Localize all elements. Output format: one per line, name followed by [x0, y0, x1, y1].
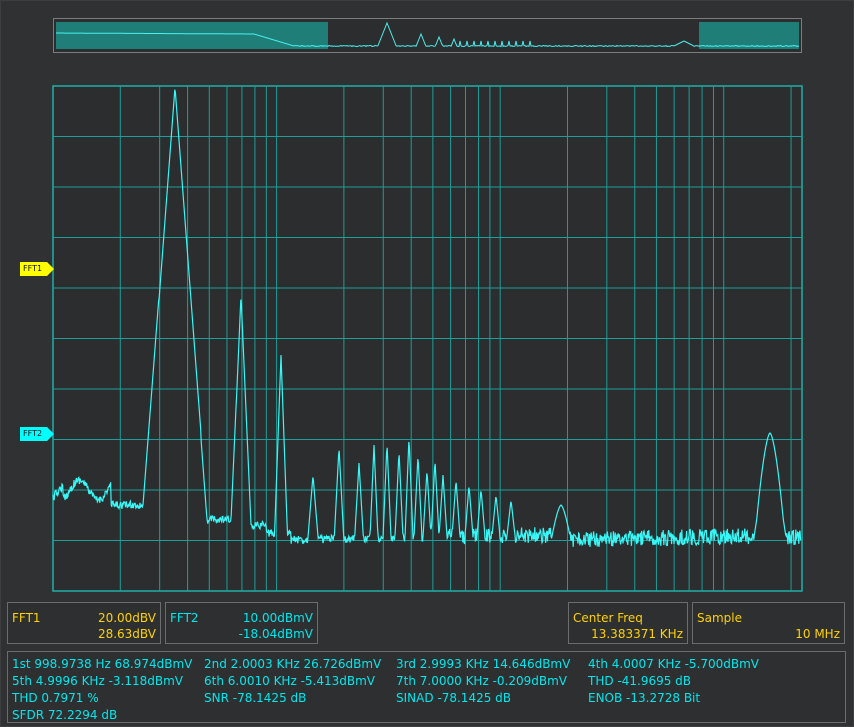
spectrum-plot[interactable] [51, 85, 803, 592]
sfdr: SFDR 72.2294 dB [12, 708, 118, 722]
fft1-offset: 28.63dBV [97, 627, 156, 641]
harmonic-6: 6th 6.0010 KHz -5.413dBmV [204, 674, 375, 688]
fft2-offset: -18.04dBmV [238, 627, 313, 641]
harmonic-3: 3rd 2.9993 KHz 14.646dBmV [396, 657, 571, 671]
snr: SNR -78.1425 dB [204, 691, 307, 705]
measurement-panel: 1st 998.9738 Hz 68.974dBmV 2nd 2.0003 KH… [7, 651, 846, 723]
sample-rate-label: Sample [697, 611, 742, 625]
enob: ENOB -13.2728 Bit [588, 691, 701, 705]
fft2-scale: 10.00dBmV [242, 611, 313, 625]
fft2-marker-label: FFT2 [23, 429, 43, 438]
harmonic-1: 1st 998.9738 Hz 68.974dBmV [12, 657, 193, 671]
overview-window-right[interactable] [699, 22, 799, 49]
fft1-scale: 20.00dBV [97, 611, 156, 625]
fft2-name: FFT2 [170, 611, 199, 625]
fft1-marker-label: FFT1 [23, 264, 43, 273]
sinad: SINAD -78.1425 dB [396, 691, 512, 705]
sample-rate-value: 10 MHz [795, 627, 840, 641]
fft1-level-marker[interactable]: FFT1 [20, 262, 54, 276]
fft1-scale-box[interactable]: FFT1 20.00dBV 28.63dBV [7, 602, 161, 644]
overview-window-left[interactable] [56, 22, 328, 49]
fft2-level-marker[interactable]: FFT2 [20, 427, 54, 441]
thd-percent: THD 0.7971 % [12, 691, 99, 705]
sample-rate-box[interactable]: Sample 10 MHz [692, 602, 845, 644]
harmonic-7: 7th 7.0000 KHz -0.209dBmV [396, 674, 567, 688]
harmonic-4: 4th 4.0007 KHz -5.700dBmV [588, 657, 759, 671]
fft1-name: FFT1 [12, 611, 41, 625]
fft2-scale-box[interactable]: FFT2 10.00dBmV -18.04dBmV [165, 602, 318, 644]
thd-db: THD -41.9695 dB [588, 674, 692, 688]
overview-trace [56, 21, 800, 49]
harmonic-5: 5th 4.9996 KHz -3.118dBmV [12, 674, 183, 688]
center-freq-label: Center Freq [573, 611, 643, 625]
harmonic-2: 2nd 2.0003 KHz 26.726dBmV [204, 657, 382, 671]
center-freq-value: 13.383371 KHz [591, 627, 683, 641]
center-freq-box[interactable]: Center Freq 13.383371 KHz [568, 602, 688, 644]
overview-strip[interactable] [53, 18, 802, 53]
